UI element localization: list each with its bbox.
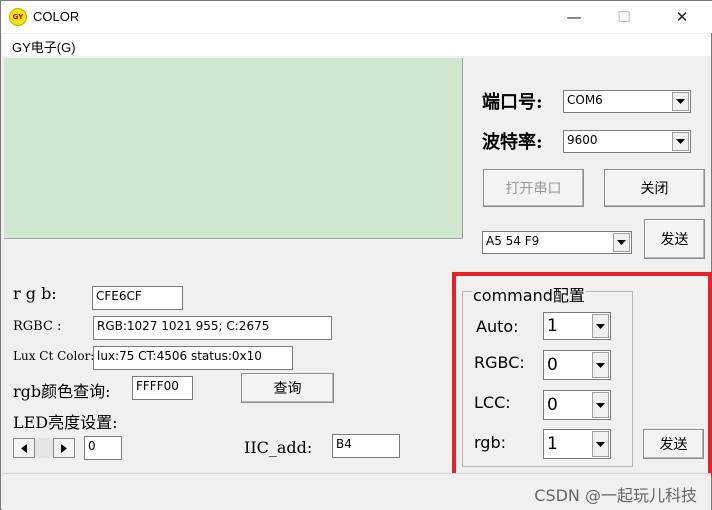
lux-ct-color-label: Lux Ct Color: [13, 349, 95, 363]
iic-address-label: IIC_add: [244, 438, 313, 457]
maximize-button[interactable]: ☐ [601, 1, 647, 33]
port-select[interactable]: COM6 [563, 90, 691, 113]
iic-address-input[interactable]: B4 [332, 434, 400, 458]
scroll-right-arrow-icon[interactable] [53, 438, 75, 458]
title-bar: GY COLOR — ☐ ✕ [1, 1, 712, 33]
chevron-down-icon[interactable] [613, 233, 630, 252]
baud-select[interactable]: 9600 [563, 130, 691, 153]
watermark: CSDN @一起玩儿科技 [534, 486, 697, 505]
minimize-button[interactable]: — [551, 1, 597, 33]
menu-bar: GY电子(G) [2, 34, 711, 56]
app-logo-icon: GY [9, 8, 27, 26]
rgb-color-query-label: rgb颜色查询: [13, 382, 111, 401]
query-button[interactable]: 查询 [241, 373, 334, 403]
rgb-value-field[interactable]: CFE6CF [92, 286, 183, 310]
close-port-button[interactable]: 关闭 [604, 169, 705, 207]
rgbc-label: RGBC : [13, 319, 62, 334]
color-preview-panel [4, 58, 463, 239]
open-port-button[interactable]: 打开串口 [483, 169, 584, 207]
port-value: COM6 [567, 93, 603, 107]
chevron-down-icon[interactable] [672, 92, 689, 111]
menu-gy-electronics[interactable]: GY电子(G) [12, 37, 76, 56]
baud-value: 9600 [567, 133, 598, 147]
led-brightness-scrollbar[interactable] [13, 438, 75, 458]
highlight-box [452, 272, 712, 477]
lux-ct-value-field[interactable]: lux:75 CT:4506 status:0x10 [93, 346, 293, 370]
port-label: 端口号: [482, 92, 543, 113]
led-brightness-value-field[interactable]: 0 [84, 436, 122, 460]
window-title: COLOR [33, 9, 80, 24]
command-select[interactable]: A5 54 F9 [482, 231, 632, 254]
close-button[interactable]: ✕ [659, 1, 705, 33]
send-button[interactable]: 发送 [644, 219, 705, 259]
scroll-left-arrow-icon[interactable] [13, 438, 35, 458]
scrollbar-track[interactable] [35, 438, 53, 458]
led-brightness-label: LED亮度设置: [13, 413, 118, 432]
command-value: A5 54 F9 [486, 234, 540, 248]
rgbc-value-field[interactable]: RGB:1027 1021 955; C:2675 [93, 316, 332, 340]
app-window: GY COLOR — ☐ ✕ GY电子(G) 端口号: COM6 波特率: 96… [0, 0, 712, 510]
rgb-query-input[interactable]: FFFF00 [132, 376, 193, 400]
baud-label: 波特率: [482, 132, 543, 153]
chevron-down-icon[interactable] [672, 132, 689, 151]
rgb-label: r g b: [13, 284, 57, 303]
